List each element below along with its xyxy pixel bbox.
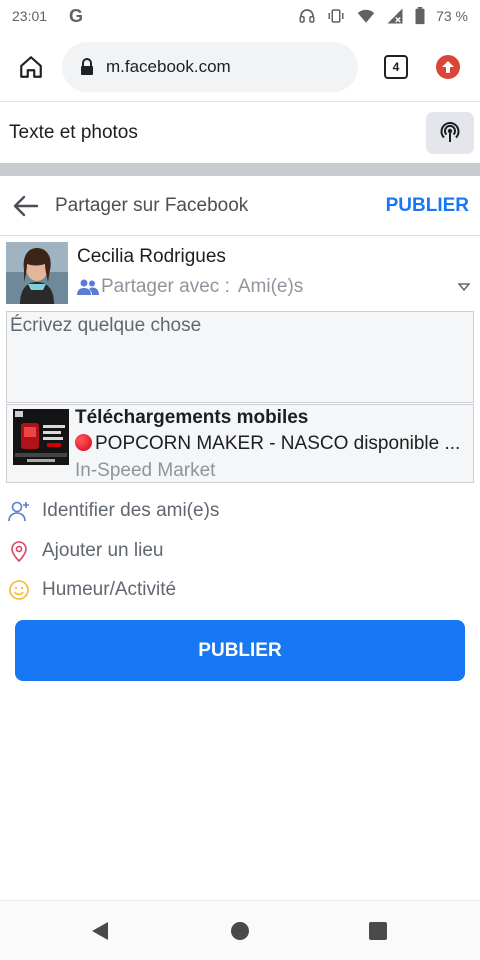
add-location-action[interactable]: Ajouter un lieu bbox=[8, 536, 163, 566]
location-pin-icon bbox=[11, 541, 27, 562]
url-text: m.facebook.com bbox=[106, 56, 231, 76]
google-icon: G bbox=[69, 5, 84, 26]
back-button[interactable] bbox=[0, 176, 52, 236]
update-icon bbox=[436, 54, 460, 79]
update-button[interactable] bbox=[422, 32, 474, 102]
author-row: Cecilia Rodrigues Partager avec : Ami(e)… bbox=[6, 242, 474, 306]
share-header: Partager sur Facebook PUBLIER bbox=[0, 176, 480, 236]
add-person-icon bbox=[8, 501, 29, 522]
tag-friends-label: Identifier des ami(e)s bbox=[42, 500, 220, 521]
wifi-icon bbox=[357, 9, 375, 23]
status-bar: 23:01 G 73 % bbox=[0, 0, 480, 32]
mood-action[interactable]: Humeur/Activité bbox=[8, 575, 176, 605]
post-text-input[interactable]: Écrivez quelque chose bbox=[6, 311, 474, 403]
audience-selector[interactable]: Partager avec : Ami(e)s bbox=[77, 276, 303, 298]
friends-icon bbox=[77, 279, 99, 295]
publish-header-button[interactable]: PUBLIER bbox=[386, 195, 469, 217]
section-divider bbox=[0, 163, 480, 176]
nav-home-icon[interactable] bbox=[230, 921, 250, 941]
vibrate-icon bbox=[328, 9, 344, 23]
status-icons: 73 % bbox=[298, 7, 468, 25]
red-circle-emoji-icon bbox=[75, 434, 92, 451]
home-icon bbox=[20, 55, 42, 78]
broadcast-icon bbox=[440, 122, 460, 142]
tab-switcher-button[interactable]: 4 bbox=[370, 32, 422, 102]
tab-count: 4 bbox=[384, 54, 408, 79]
battery-icon bbox=[415, 7, 425, 25]
tag-friends-action[interactable]: Identifier des ami(e)s bbox=[8, 496, 219, 526]
system-nav-bar bbox=[0, 900, 480, 960]
link-description-text: POPCORN MAKER - NASCO disponible ... bbox=[95, 433, 461, 454]
link-title: Téléchargements mobiles bbox=[75, 407, 309, 428]
author-name: Cecilia Rodrigues bbox=[77, 246, 226, 267]
page-title: Texte et photos bbox=[9, 122, 138, 143]
publish-button[interactable]: PUBLIER bbox=[15, 620, 465, 681]
audience-value: Ami(e)s bbox=[237, 276, 304, 297]
lock-icon bbox=[81, 57, 93, 75]
headphones-icon bbox=[299, 9, 315, 23]
mood-label: Humeur/Activité bbox=[42, 579, 177, 600]
nav-recents-icon[interactable] bbox=[368, 921, 388, 941]
battery-percent: 73 % bbox=[436, 8, 468, 24]
broadcast-button[interactable] bbox=[426, 112, 474, 154]
share-title: Partager sur Facebook bbox=[55, 194, 249, 216]
status-time: 23:01 bbox=[12, 8, 48, 24]
browser-toolbar: m.facebook.com 4 bbox=[0, 32, 480, 102]
link-thumbnail bbox=[13, 409, 69, 465]
nav-back-icon[interactable] bbox=[90, 921, 110, 941]
link-description: POPCORN MAKER - NASCO disponible ... bbox=[75, 433, 471, 455]
add-location-label: Ajouter un lieu bbox=[42, 540, 164, 561]
chevron-down-icon[interactable] bbox=[458, 282, 470, 292]
address-bar[interactable]: m.facebook.com bbox=[62, 41, 358, 92]
home-button[interactable] bbox=[0, 32, 62, 102]
back-arrow-icon bbox=[13, 195, 39, 216]
link-source: In-Speed Market bbox=[75, 460, 216, 481]
audience-label: Partager avec : bbox=[101, 276, 230, 297]
link-preview-card[interactable]: Téléchargements mobiles POPCORN MAKER - … bbox=[6, 404, 474, 483]
avatar bbox=[6, 242, 68, 304]
smiley-icon bbox=[9, 580, 29, 600]
signal-icon bbox=[387, 8, 403, 24]
page-header: Texte et photos bbox=[0, 103, 480, 163]
